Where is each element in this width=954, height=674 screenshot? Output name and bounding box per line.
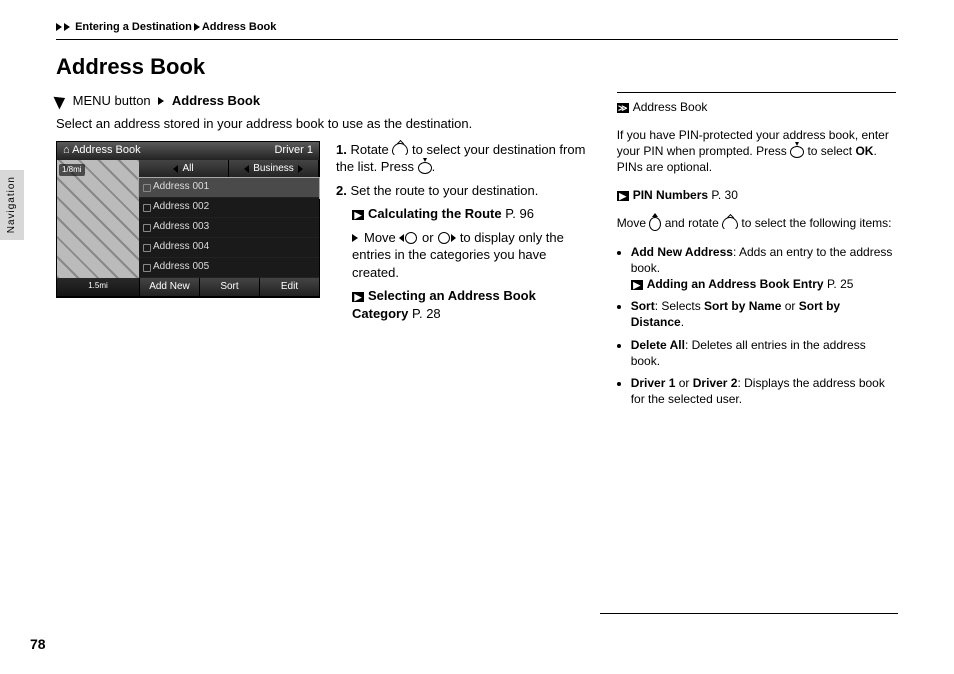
list-item: Address 001 — [139, 178, 319, 198]
joystick-up-icon — [649, 217, 661, 231]
chevron-right-icon — [158, 97, 164, 105]
intro-text: Select an address stored in your address… — [56, 115, 595, 133]
list-item: Delete All: Deletes all entries in the a… — [631, 337, 896, 369]
menu-path: MENU button Address Book — [56, 92, 595, 110]
chevron-right-icon — [56, 23, 62, 31]
rotary-icon — [392, 143, 408, 157]
section-tab: Navigation — [0, 170, 24, 240]
list-item: Sort: Selects Sort by Name or Sort by Di… — [631, 298, 896, 330]
list-item: Address 002 — [139, 198, 319, 218]
cursor-icon — [56, 94, 66, 108]
joystick-icon — [438, 232, 450, 244]
tab-business: Business — [229, 160, 319, 178]
edit-button: Edit — [259, 278, 319, 296]
xref-icon: ▶ — [631, 280, 643, 290]
divider — [600, 613, 898, 614]
sidebar: ≫Address Book If you have PIN-protected … — [615, 92, 898, 414]
tab-all: All — [139, 160, 229, 178]
xref-icon: ▶ — [617, 191, 629, 201]
add-new-button: Add New — [139, 278, 199, 296]
xref-icon: ≫ — [617, 103, 629, 113]
list-item: Address 005 — [139, 258, 319, 278]
page-title: Address Book — [56, 52, 898, 82]
press-icon — [418, 162, 432, 174]
list-item: Address 003 — [139, 218, 319, 238]
breadcrumb: Entering a DestinationAddress Book — [56, 20, 898, 35]
page-number: 78 — [30, 635, 46, 654]
press-icon — [790, 146, 804, 158]
steps: 1. Rotate to select your destination fro… — [336, 141, 595, 329]
chevron-right-icon — [64, 23, 70, 31]
sidebar-paragraph: If you have PIN-protected your address b… — [617, 127, 896, 176]
list-item: Driver 1 or Driver 2: Displays the addre… — [631, 375, 896, 407]
list-item: Add New Address: Adds an entry to the ad… — [631, 244, 896, 293]
joystick-icon — [405, 232, 417, 244]
divider — [56, 39, 898, 40]
rotary-icon — [722, 217, 738, 231]
map-thumbnail: 1/8mi — [57, 160, 139, 278]
list-item: Address 004 — [139, 238, 319, 258]
xref-icon: ▶ — [352, 210, 364, 220]
sort-button: Sort — [199, 278, 259, 296]
screenshot: ⌂ Address Book Driver 1 1/8mi All Busine… — [56, 141, 320, 298]
xref-icon: ▶ — [352, 292, 364, 302]
chevron-right-icon — [352, 234, 358, 242]
divider — [617, 92, 896, 93]
sidebar-paragraph: Move and rotate to select the following … — [617, 215, 896, 231]
chevron-right-icon — [194, 23, 200, 31]
